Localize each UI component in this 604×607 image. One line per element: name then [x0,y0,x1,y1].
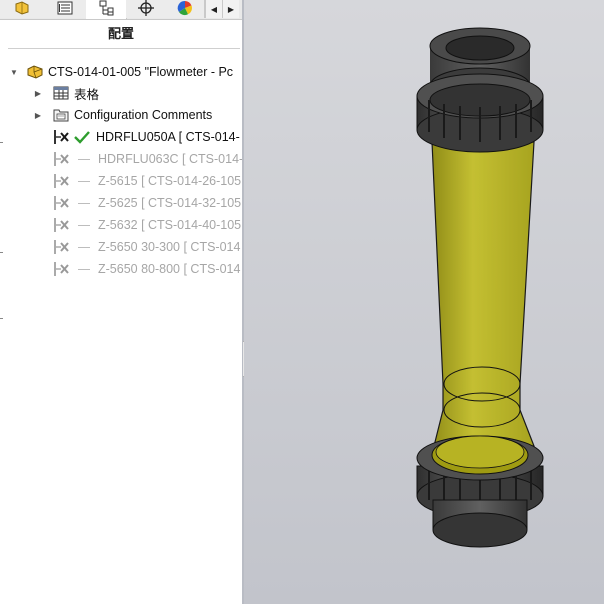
expand-arrow-icon[interactable]: ▶ [32,89,44,98]
tabs-scroll-left-button[interactable]: ◀ [205,0,222,18]
graphics-viewport[interactable] [244,0,604,604]
expand-arrow-icon[interactable]: ▶ [32,111,44,120]
dash-icon [78,268,90,270]
dash-icon [78,202,90,204]
tree-item-tables[interactable]: ▶ 表格 [32,83,99,103]
config-item[interactable]: Z-5650 80-800 [ CTS-014 [52,259,240,279]
configuration-manager-icon [97,0,115,19]
config-label: Z-5650 80-800 [ CTS-014 [98,262,241,276]
dash-icon [78,224,90,226]
configuration-icon [52,150,70,168]
feature-manager-panel: ◀ ▶ 配置 ▼ CTS-014-01-005 "Flowmeter - Pc … [0,0,243,604]
triangle-left-icon: ◀ [210,4,218,14]
tree-item-label: 表格 [74,87,100,102]
left-edge-tick [0,318,3,319]
flowmeter-3d-model[interactable] [244,0,604,604]
config-label: Z-5632 [ CTS-014-40-105 [98,218,242,232]
left-edge-tick [0,142,3,143]
tab-property-manager[interactable] [44,0,87,18]
config-item-active[interactable]: HDRFLU050A [ CTS-014- [52,127,240,147]
tab-display-manager[interactable] [166,0,205,18]
tree-root[interactable]: ▼ CTS-014-01-005 "Flowmeter - Pc [8,62,233,82]
config-item[interactable]: Z-5615 [ CTS-014-26-105 [52,171,241,191]
manager-tabs: ◀ ▶ [0,0,242,20]
part-icon [13,0,31,19]
dash-icon [78,246,90,248]
table-icon [52,84,70,102]
configuration-icon [52,238,70,256]
configuration-icon [52,172,70,190]
property-manager-icon [56,0,74,19]
display-manager-icon [176,0,194,19]
divider [8,48,240,49]
dimxpert-icon [137,0,155,19]
tab-part[interactable] [0,0,45,18]
configuration-icon [52,216,70,234]
config-label: HDRFLU063C [ CTS-014- [98,152,244,166]
configuration-icon [52,194,70,212]
dash-icon [78,180,90,182]
config-label: Z-5625 [ CTS-014-32-105 [98,196,242,210]
tree-item-configuration-comments[interactable]: ▶ Configuration Comments [32,105,212,125]
config-label: HDRFLU050A [ CTS-014- [96,130,240,144]
configuration-icon [52,260,70,278]
part-icon [26,63,44,81]
tab-dimxpert[interactable] [126,0,167,18]
panel-title: 配置 [107,26,134,41]
left-edge-tick [0,252,3,253]
config-label: Z-5615 [ CTS-014-26-105 [98,174,242,188]
tree-item-label: Configuration Comments [74,108,213,122]
config-item[interactable]: Z-5625 [ CTS-014-32-105 [52,193,241,213]
config-label: Z-5650 30-300 [ CTS-014 [98,240,241,254]
tree-root-label: CTS-014-01-005 "Flowmeter - Pc [48,65,234,79]
triangle-right-icon: ▶ [227,4,235,14]
tab-configuration-manager[interactable] [86,0,127,19]
dash-icon [78,158,90,160]
collapse-arrow-icon[interactable]: ▼ [8,68,20,77]
comments-folder-icon [52,106,70,124]
configuration-active-icon [52,128,70,146]
config-item[interactable]: Z-5650 30-300 [ CTS-014 [52,237,240,257]
tabs-scroll-right-button[interactable]: ▶ [222,0,239,18]
checkmark-icon [74,130,90,144]
config-item[interactable]: Z-5632 [ CTS-014-40-105 [52,215,241,235]
config-item[interactable]: HDRFLU063C [ CTS-014- [52,149,243,169]
